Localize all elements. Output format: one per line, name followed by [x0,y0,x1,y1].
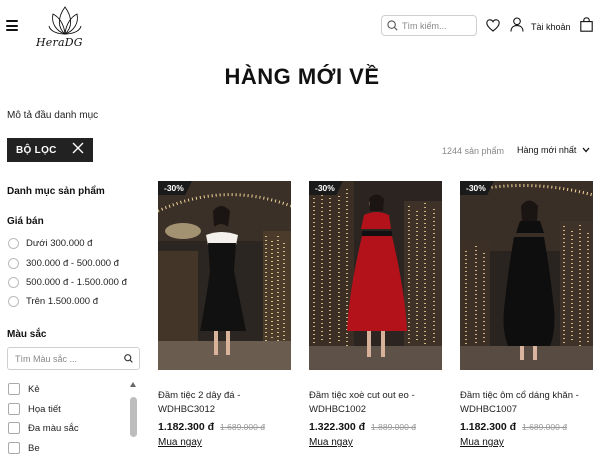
brand-logo[interactable]: HeraDG [34,4,96,52]
color-option-label: Họa tiết [28,403,61,415]
radio-button[interactable] [8,258,19,269]
color-option[interactable]: Họa tiết [8,403,61,415]
category-description: Mô tả đầu danh mục [7,110,99,121]
radio-button[interactable] [8,296,19,307]
filter-button-label: BỘ LỌC [16,144,57,156]
color-option[interactable]: Đa màu sắc [8,422,79,434]
product-card[interactable]: -30% Đầm tiệc 2 dây đá - WDHBC3012 1.182… [158,181,291,462]
shopping-bag-icon[interactable] [580,17,593,37]
sort-label: Hàng mới nhất [517,145,577,155]
logo-text: HeraDG [36,36,83,49]
menu-icon[interactable] [6,20,18,31]
product-card[interactable]: -30% Đầm tiệc xoè cut out eo - WDHBC1002… [309,181,442,462]
original-price: 1.689.000 đ [220,422,265,432]
category-heading[interactable]: Danh mục sản phẩm [7,186,105,197]
sale-price: 1.322.300 đ [309,421,366,433]
price-row: 1.322.300 đ 1.889.000 đ [309,421,416,433]
product-card[interactable]: -30% Đầm tiệc ôm cổ dáng khăn - WDHBC100… [460,181,593,462]
color-heading[interactable]: Màu sắc [7,329,46,340]
color-option-label: Kẻ [28,383,40,395]
close-icon[interactable] [72,141,84,159]
price-option[interactable]: Trên 1.500.000 đ [8,296,98,307]
price-option[interactable]: Dưới 300.000 đ [8,238,92,249]
buy-now-link[interactable]: Mua ngay [158,437,202,448]
product-image[interactable]: -30% [309,181,442,380]
color-option-label: Đa màu sắc [28,422,79,434]
price-option-label: 500.000 đ - 1.500.000 đ [26,277,127,288]
sale-price: 1.182.300 đ [460,421,517,433]
price-option[interactable]: 300.000 đ - 500.000 đ [8,258,119,269]
product-name[interactable]: Đầm tiệc ôm cổ dáng khăn - WDHBC1007 [460,389,593,417]
product-image[interactable]: -30% [158,181,291,380]
search-icon[interactable] [124,350,133,368]
page-title: HÀNG MỚI VỀ [224,64,380,89]
product-image[interactable]: -30% [460,181,593,380]
checkbox[interactable] [8,442,20,454]
product-name[interactable]: Đầm tiệc xoè cut out eo - WDHBC1002 [309,389,442,417]
checkbox[interactable] [8,422,20,434]
product-name[interactable]: Đầm tiệc 2 dây đá - WDHBC3012 [158,389,291,417]
account-link[interactable]: Tài khoản [510,17,571,37]
sort-dropdown[interactable]: Hàng mới nhất [517,145,590,155]
color-list-scrollbar[interactable] [129,382,138,462]
search-box[interactable] [381,15,477,36]
price-option-label: Trên 1.500.000 đ [26,296,99,307]
sale-price: 1.182.300 đ [158,421,215,433]
search-input[interactable] [402,20,472,31]
radio-button[interactable] [8,277,19,288]
filter-button[interactable]: BỘ LỌC [7,138,93,162]
color-option[interactable]: Be [8,442,40,454]
buy-now-link[interactable]: Mua ngay [460,437,504,448]
price-option-label: Dưới 300.000 đ [26,238,93,249]
account-label: Tài khoản [531,22,571,32]
checkbox[interactable] [8,403,20,415]
chevron-down-icon [582,145,590,155]
search-icon[interactable] [382,16,402,35]
checkbox[interactable] [8,383,20,395]
scroll-up-arrow-icon[interactable] [130,382,136,387]
price-option[interactable]: 500.000 đ - 1.500.000 đ [8,277,127,288]
wishlist-heart-icon[interactable] [486,19,500,37]
color-search-box[interactable] [7,347,140,370]
price-row: 1.182.300 đ 1.689.000 đ [460,421,567,433]
lotus-logo-icon [48,6,82,35]
original-price: 1.689.000 đ [522,422,567,432]
color-search-input[interactable] [15,353,115,364]
site-header: HeraDG Tài khoản [0,0,604,56]
product-count: 1244 sản phẩm [442,146,505,156]
color-option[interactable]: Kẻ [8,383,40,395]
original-price: 1.889.000 đ [371,422,416,432]
buy-now-link[interactable]: Mua ngay [309,437,353,448]
price-option-label: 300.000 đ - 500.000 đ [26,258,119,269]
user-icon [510,17,524,37]
color-option-label: Be [28,442,40,454]
radio-button[interactable] [8,238,19,249]
scrollbar-thumb[interactable] [130,397,137,437]
price-heading[interactable]: Giá bán [7,216,44,227]
price-row: 1.182.300 đ 1.689.000 đ [158,421,265,433]
